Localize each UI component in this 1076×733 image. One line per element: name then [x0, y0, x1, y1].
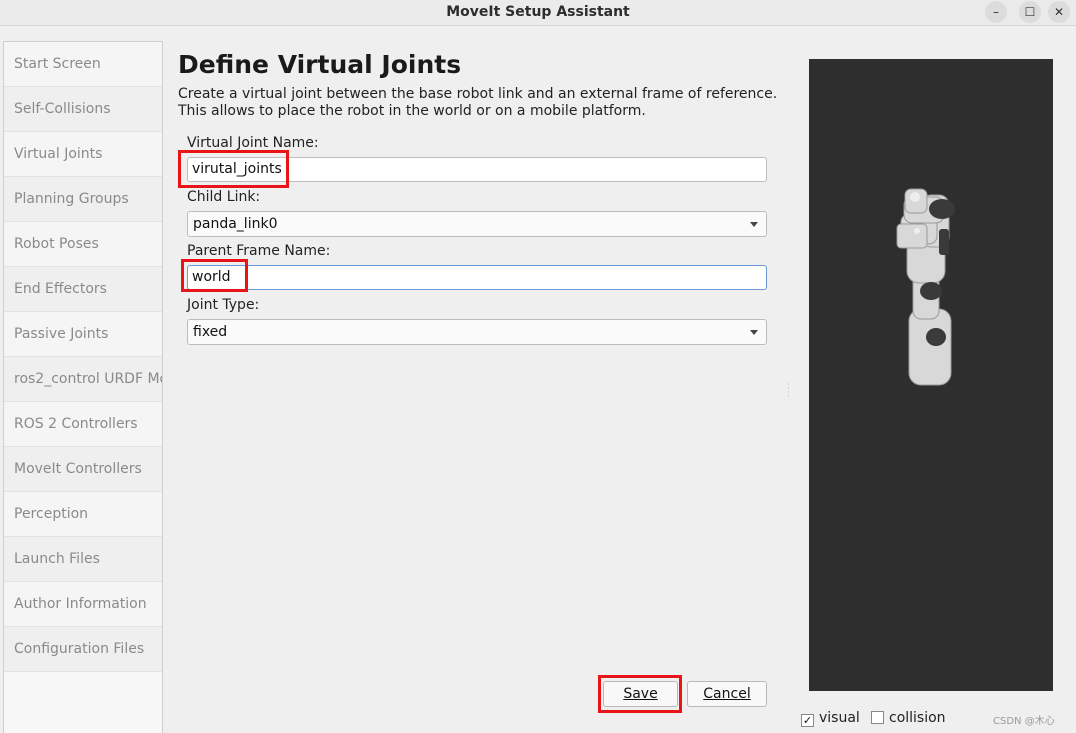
child-link-value: panda_link0 — [193, 216, 278, 232]
minimize-button[interactable]: – — [985, 1, 1007, 23]
window-titlebar: MoveIt Setup Assistant – ☐ ✕ — [0, 0, 1076, 26]
cancel-button[interactable]: Cancel — [687, 681, 767, 707]
joint-type-label: Joint Type: — [187, 297, 260, 313]
description-line-1: Create a virtual joint between the base … — [178, 86, 778, 102]
collision-label: collision — [889, 710, 946, 726]
visual-checkbox[interactable]: ✓ — [801, 714, 814, 727]
sidebar-item-passive-joints[interactable]: Passive Joints — [4, 312, 162, 357]
sidebar-item-robot-poses[interactable]: Robot Poses — [4, 222, 162, 267]
sidebar-item-configuration-files[interactable]: Configuration Files — [4, 627, 162, 672]
sidebar-item-start-screen[interactable]: Start Screen — [4, 42, 162, 87]
child-link-label: Child Link: — [187, 189, 261, 205]
page-title: Define Virtual Joints — [178, 50, 462, 79]
window-title: MoveIt Setup Assistant — [446, 4, 630, 20]
collision-checkbox[interactable] — [871, 711, 884, 724]
joint-type-select[interactable]: fixed — [187, 319, 767, 345]
child-link-select[interactable]: panda_link0 — [187, 211, 767, 237]
maximize-icon: ☐ — [1024, 5, 1036, 19]
sidebar-nav: Start Screen Self-Collisions Virtual Joi… — [3, 41, 163, 733]
close-button[interactable]: ✕ — [1048, 1, 1070, 23]
chevron-down-icon — [750, 330, 758, 335]
description-line-2: This allows to place the robot in the wo… — [178, 103, 646, 119]
sidebar-item-virtual-joints[interactable]: Virtual Joints — [4, 132, 162, 177]
robot-3d-viewer[interactable] — [809, 59, 1053, 691]
splitter-handle[interactable]: · · · · — [787, 381, 790, 402]
virtual-joint-name-label: Virtual Joint Name: — [187, 135, 319, 151]
collision-toggle[interactable]: collision — [871, 710, 946, 726]
chevron-down-icon — [750, 222, 758, 227]
joint-type-value: fixed — [193, 324, 228, 340]
sidebar-item-launch-files[interactable]: Launch Files — [4, 537, 162, 582]
robot-arm-icon — [896, 188, 955, 386]
close-icon: ✕ — [1053, 5, 1065, 19]
sidebar-item-author-information[interactable]: Author Information — [4, 582, 162, 627]
sidebar-item-end-effectors[interactable]: End Effectors — [4, 267, 162, 312]
visual-toggle[interactable]: ✓ visual — [801, 710, 860, 727]
sidebar-item-perception[interactable]: Perception — [4, 492, 162, 537]
virtual-joint-name-input[interactable]: virutal_joints — [187, 157, 767, 182]
save-button[interactable]: Save — [603, 681, 678, 707]
sidebar-item-self-collisions[interactable]: Self-Collisions — [4, 87, 162, 132]
watermark: CSDN @木心 — [993, 716, 1055, 727]
sidebar-item-moveit-controllers[interactable]: MoveIt Controllers — [4, 447, 162, 492]
sidebar-item-ros2-control-urdf[interactable]: ros2_control URDF Mod — [4, 357, 162, 402]
maximize-button[interactable]: ☐ — [1019, 1, 1041, 23]
visual-label: visual — [819, 710, 860, 726]
sidebar-item-ros2-controllers[interactable]: ROS 2 Controllers — [4, 402, 162, 447]
sidebar-item-planning-groups[interactable]: Planning Groups — [4, 177, 162, 222]
parent-frame-label: Parent Frame Name: — [187, 243, 331, 259]
parent-frame-input[interactable]: world — [187, 265, 767, 290]
minimize-icon: – — [993, 5, 999, 19]
page-description: Create a virtual joint between the base … — [178, 86, 778, 120]
